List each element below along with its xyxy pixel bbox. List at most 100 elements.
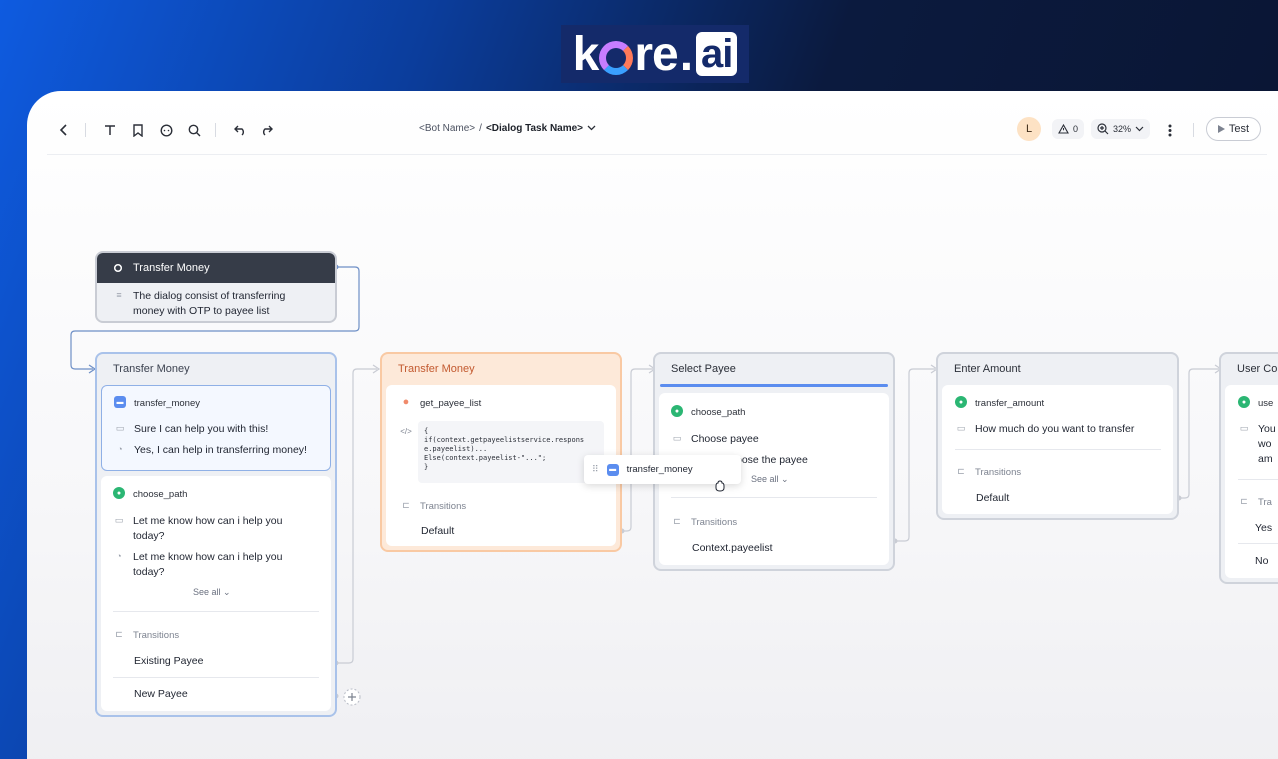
message-name: use [1258,398,1274,409]
transition-item[interactable]: New Payee [134,687,188,702]
choose-path-name: choose_path [133,489,188,500]
transition-label: No [1255,555,1269,567]
message-name-row: ● use [1238,396,1273,411]
builder-window: <Bot Name> / <Dialog Task Name> L 0 32% … [27,91,1278,759]
service-name-row: ● get_payee_list [400,395,482,411]
message-text: Choose payee [691,433,759,445]
message-bubble-icon: ● [955,396,967,408]
intent-name: transfer_money [134,398,201,409]
variation-icon: ◔ [116,550,122,561]
message-card[interactable]: ● use ▭ You wo am ⊏ Tra Yes No [1225,385,1278,578]
transition-item[interactable]: Default [976,491,1009,506]
transitions-label: Transitions [975,467,1022,478]
choose-path-name-row: ● choose_path [113,487,187,502]
transition-label: Context.payeelist [692,542,773,554]
service-name: get_payee_list [420,398,482,409]
message-name-row: ● transfer_amount [955,396,1044,411]
chevron-down-icon: ⌄ [223,587,231,597]
text-message-icon: ▭ [672,432,682,443]
transition-item[interactable]: No [1255,554,1268,569]
transition-item[interactable]: Context.payeelist [692,541,773,556]
message-text: Let me know how can i help you [133,515,283,527]
drag-handle-icon[interactable]: ⠿ [592,464,599,475]
chevron-down-icon: ⌄ [781,474,789,484]
transition-item[interactable]: Yes [1255,521,1272,536]
transition-label: New Payee [134,688,188,700]
code-line: { [424,427,429,435]
transition-item[interactable]: Default [421,524,454,539]
node-title: Transfer Money [113,363,190,375]
text-message-icon: ▭ [956,422,966,433]
message-text: today? [133,530,165,542]
transitions-header: ⊏ Transitions [400,499,466,514]
code-line: Else(context.payeelist-"..."; [424,454,547,462]
message-icon: ▬ [606,463,619,476]
dialog-node-enter-amount[interactable]: Enter Amount ● transfer_amount ▭ How muc… [936,352,1179,520]
chip-label: transfer_money [626,464,693,475]
variation-icon: ◔ [117,443,123,454]
service-card[interactable]: ● get_payee_list </> { if(context.getpay… [386,385,616,546]
message-row: ◔ Yes, I can help in transferring money! [114,443,307,458]
message-row: ▭ Choose payee [671,432,759,447]
transitions-label: Transitions [420,501,467,512]
see-all-link[interactable]: See all ⌄ [751,474,789,485]
logo-letter: k [572,27,600,81]
logo-o-ring [599,41,634,75]
description-line: money with OTP to payee list [133,305,270,317]
code-snippet[interactable]: { if(context.getpayeelistservice.respons… [418,421,604,483]
message-icon: ▬ [114,396,126,408]
transitions-header: ⊏ Transitions [113,628,179,643]
logo-ai-badge: ai [696,32,738,76]
message-bubble-icon: ● [1238,396,1250,408]
message-bubble-icon: ● [113,487,125,499]
see-all-label: See all [751,474,779,484]
description-line: The dialog consist of transferring [133,290,286,302]
text-message-icon: ▭ [115,422,125,433]
code-icon: </> [400,426,412,436]
message-row: ▭ You wo am [1238,422,1276,467]
see-all-link[interactable]: See all ⌄ [193,587,231,598]
grab-cursor-icon [714,479,726,492]
see-all-label: See all [193,587,221,597]
flow-canvas[interactable]: Transfer Money ≡ The dialog consist of t… [27,91,1278,759]
message-text: wo [1258,438,1272,450]
message-text: oose the payee [736,454,808,466]
node-title: Enter Amount [954,363,1021,375]
transitions-header: ⊏ Transitions [955,465,1021,480]
choose-path-card[interactable]: ● choose_path ▭ Let me know how can i he… [101,476,331,711]
message-row: ▭ How much do you want to transfer [955,422,1135,437]
description-icon: ≡ [116,289,122,300]
logo-dot: . [679,27,693,81]
message-text: am [1258,453,1273,465]
text-message-icon: ▭ [114,514,124,525]
divider [671,497,877,498]
logo-letters: re [634,27,678,81]
transitions-icon: ⊏ [673,515,681,526]
message-card[interactable]: ● transfer_amount ▭ How much do you want… [942,385,1173,514]
start-node[interactable]: Transfer Money ≡ The dialog consist of t… [95,251,337,323]
message-row: ◔ Let me know how can i help you today? [113,550,282,580]
transitions-icon: ⊏ [1240,495,1248,506]
divider [113,611,319,612]
progress-bar [660,384,888,387]
divider [113,677,319,678]
transitions-header: ⊏ Transitions [671,515,737,530]
message-text: today? [133,566,165,578]
intent-card[interactable]: ▬ transfer_money ▭ Sure I can help you w… [101,385,331,471]
message-row: ▭ Sure I can help you with this! [114,422,269,437]
dialog-node-user-confirmation[interactable]: User Co ● use ▭ You wo am ⊏ Tra Yes No [1219,352,1278,584]
text-message-icon: ▭ [1239,422,1249,433]
node-title: Transfer Money [398,363,475,375]
dialog-node-transfer-money[interactable]: Transfer Money ▬ transfer_money ▭ Sure I… [95,352,337,717]
user-icon: ● [402,395,410,408]
transition-item[interactable]: Existing Payee [134,654,203,669]
kore-ai-logo: k re. ai [561,25,749,83]
message-row: oose the payee [736,453,808,468]
divider [1238,543,1278,544]
message-name: transfer_amount [975,398,1045,409]
start-node-description: ≡ The dialog consist of transferring mon… [113,289,285,319]
message-text: How much do you want to transfer [975,423,1135,435]
service-node-transfer-money[interactable]: Transfer Money ● get_payee_list </> { if… [380,352,622,552]
divider [955,449,1161,450]
code-line: } [424,463,429,471]
